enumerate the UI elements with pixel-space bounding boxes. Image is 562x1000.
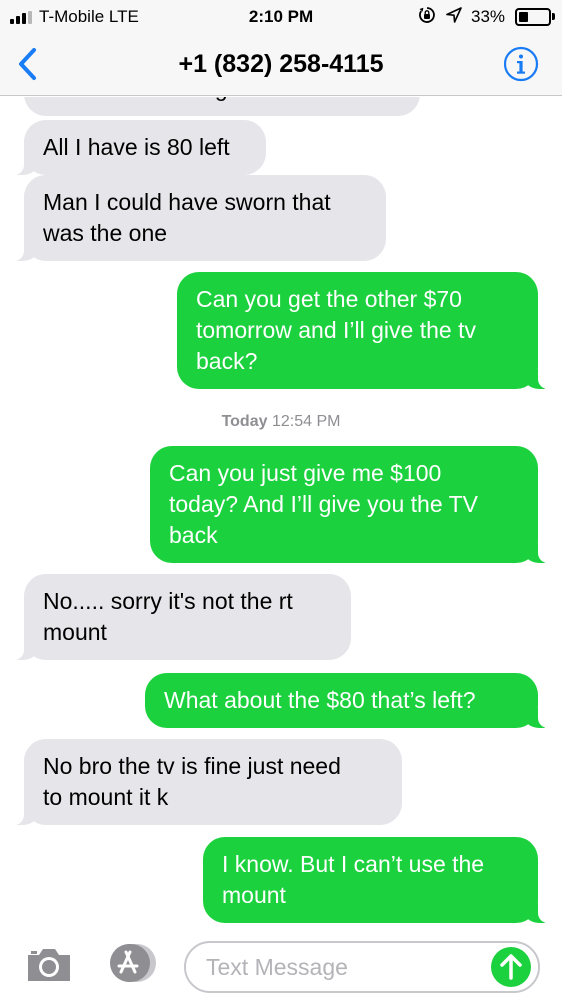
send-arrow-icon[interactable]	[489, 945, 533, 989]
status-bar: T-Mobile LTE 2:10 PM 33%	[0, 0, 562, 34]
incoming-message: house that's all I got brother	[24, 97, 420, 116]
outgoing-message: Can you just give me $100 today? And I’l…	[150, 446, 550, 563]
incoming-message: All I have is 80 left	[12, 120, 266, 175]
battery-percent: 33%	[471, 7, 506, 26]
battery-level	[519, 12, 528, 22]
location-icon	[446, 7, 462, 23]
camera-icon[interactable]	[24, 945, 74, 985]
incoming-message: Man I could have sworn that was the one	[12, 175, 386, 261]
incoming-message: No..... sorry it's not the rt mount	[12, 574, 351, 660]
battery-icon	[515, 8, 551, 26]
contact-title[interactable]: +1 (832) 258-4115	[0, 50, 562, 79]
info-icon[interactable]	[502, 45, 540, 83]
incoming-message: No bro the tv is fine just need to mount…	[12, 739, 402, 825]
outgoing-message: What about the $80 that’s left?	[145, 673, 550, 728]
timestamp: Today 12:54 PM	[221, 413, 341, 430]
message-input-placeholder: Text Message	[206, 954, 348, 980]
app-store-icon[interactable]	[106, 942, 158, 984]
conversation-header: +1 (832) 258-4115	[0, 34, 562, 96]
rotation-lock-icon	[419, 7, 435, 23]
message-input[interactable]: Text Message	[184, 941, 540, 993]
outgoing-message: Can you get the other $70 tomorrow and I…	[177, 272, 550, 389]
outgoing-message: I know. But I can’t use the mount	[203, 837, 550, 923]
message-thread[interactable]: house that's all I got brother All I hav…	[0, 97, 562, 925]
battery-cap	[552, 13, 555, 20]
compose-bar: Text Message	[0, 928, 562, 1000]
